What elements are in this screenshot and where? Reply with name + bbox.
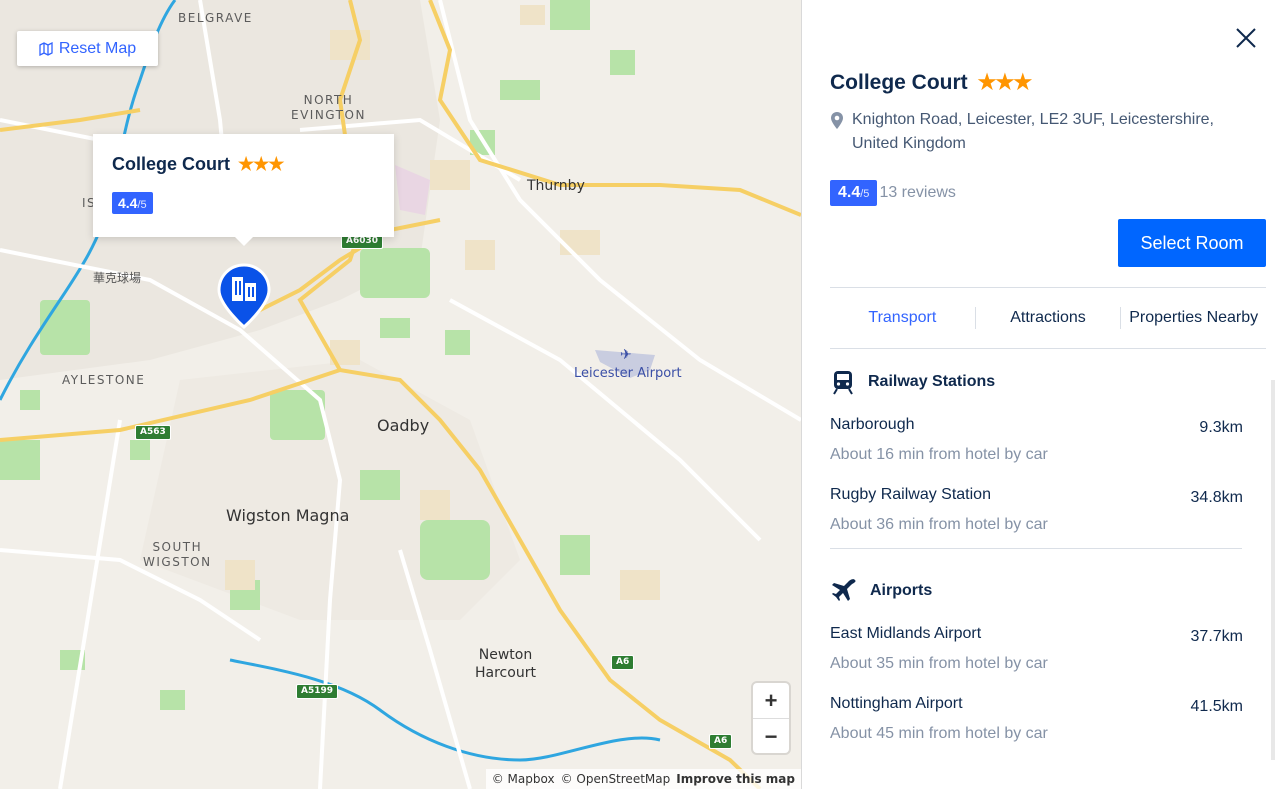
popup-score-denominator: /5: [137, 199, 147, 211]
airport-icon: ✈: [620, 346, 632, 362]
station-distance: 9.3km: [1199, 419, 1243, 436]
tab-transport[interactable]: Transport: [830, 309, 975, 327]
map-label-north-evington: NORTH EVINGTON: [291, 93, 366, 122]
map-label-belgrave: BELGRAVE: [178, 11, 253, 25]
nearby-tabs: Transport Attractions Properties Nearby: [830, 287, 1266, 349]
hotel-star-rating: ★★★: [977, 71, 1032, 94]
popup-score-value: 4.4: [118, 195, 138, 211]
list-item: Narborough 9.3km About 16 min from hotel…: [830, 416, 1260, 486]
airplane-icon: [832, 579, 856, 601]
map-label-poi: 華克球場: [93, 271, 142, 285]
score-value: 4.4: [838, 184, 861, 201]
location-pin-icon: [831, 112, 843, 129]
score-denominator: /5: [860, 188, 870, 200]
tab-attractions[interactable]: Attractions: [976, 309, 1121, 327]
road-shield-a563: A563: [135, 425, 171, 440]
airport-travel-time: About 45 min from hotel by car: [830, 725, 1048, 742]
popup-score-badge: 4.4/5: [112, 192, 153, 214]
hotel-detail-panel: College Court ★★★ Knighton Road, Leicest…: [802, 0, 1275, 791]
popup-star-rating: ★★★: [238, 154, 284, 174]
map-label-leicester-airport: Leicester Airport: [574, 366, 682, 381]
attribution-osm[interactable]: © OpenStreetMap: [561, 772, 671, 786]
reset-map-button[interactable]: Reset Map: [17, 31, 158, 66]
map-label-newton-harcourt: Newton Harcourt: [475, 647, 536, 681]
map-label-south-wigston: SOUTH WIGSTON: [143, 540, 212, 569]
hotel-name: College Court: [830, 70, 968, 94]
airport-distance: 37.7km: [1190, 628, 1243, 645]
close-icon[interactable]: [1234, 26, 1258, 50]
section-title: Airports: [870, 582, 933, 599]
road-shield-a5199: A5199: [296, 684, 339, 699]
airport-name: Nottingham Airport: [830, 695, 963, 712]
hotel-marker-icon[interactable]: [217, 263, 271, 329]
reset-map-label: Reset Map: [58, 39, 137, 57]
map-icon: [39, 41, 53, 56]
improve-map-link[interactable]: Improve this map: [676, 772, 795, 786]
list-item: Nottingham Airport 41.5km About 45 min f…: [830, 695, 1260, 765]
map-label-wigston-magna: Wigston Magna: [226, 506, 350, 525]
zoom-in-button[interactable]: +: [753, 683, 789, 719]
score-badge: 4.4/5: [830, 180, 878, 206]
airport-distance: 41.5km: [1190, 698, 1243, 715]
list-item: East Midlands Airport 37.7km About 35 mi…: [830, 625, 1260, 695]
section-title: Railway Stations: [868, 373, 996, 390]
railway-stations-section: Railway Stations Narborough 9.3km About …: [830, 348, 1260, 549]
popup-hotel-name: College Court: [112, 154, 231, 174]
map-label-thurnby: Thurnby: [527, 178, 585, 194]
airport-name: East Midlands Airport: [830, 625, 982, 642]
hotel-address: Knighton Road, Leicester, LE2 3UF, Leice…: [852, 111, 1214, 152]
road-shield-a6: A6: [611, 655, 635, 670]
map-attribution: © Mapbox © OpenStreetMap Improve this ma…: [485, 769, 801, 789]
station-distance: 34.8km: [1190, 489, 1243, 506]
airport-travel-time: About 35 min from hotel by car: [830, 655, 1048, 672]
airports-section: Airports East Midlands Airport 37.7km Ab…: [830, 557, 1260, 765]
map-base: [0, 0, 801, 789]
hotel-popup: College Court ★★★ 4.4/5: [93, 134, 394, 246]
map-label-aylestone: AYLESTONE: [62, 373, 146, 387]
zoom-controls: + −: [753, 683, 789, 753]
panel-scrollbar[interactable]: [1271, 380, 1275, 760]
transport-list: Railway Stations Narborough 9.3km About …: [830, 348, 1260, 765]
station-travel-time: About 36 min from hotel by car: [830, 516, 1048, 533]
tab-properties-nearby[interactable]: Properties Nearby: [1121, 309, 1266, 327]
zoom-out-button[interactable]: −: [753, 719, 789, 754]
attribution-mapbox[interactable]: © Mapbox: [492, 772, 555, 786]
map-view[interactable]: BELGRAVE NORTH EVINGTON Thurnby IS 華克球場 …: [0, 0, 802, 789]
list-item: Rugby Railway Station 34.8km About 36 mi…: [830, 486, 1260, 556]
train-icon: [833, 371, 853, 395]
station-name: Rugby Railway Station: [830, 486, 991, 503]
review-count[interactable]: 13 reviews: [879, 184, 955, 202]
station-name: Narborough: [830, 416, 915, 433]
road-shield-a6-south: A6: [709, 734, 733, 749]
select-room-button[interactable]: Select Room: [1118, 219, 1266, 267]
map-label-oadby: Oadby: [377, 416, 430, 435]
station-travel-time: About 16 min from hotel by car: [830, 446, 1048, 463]
